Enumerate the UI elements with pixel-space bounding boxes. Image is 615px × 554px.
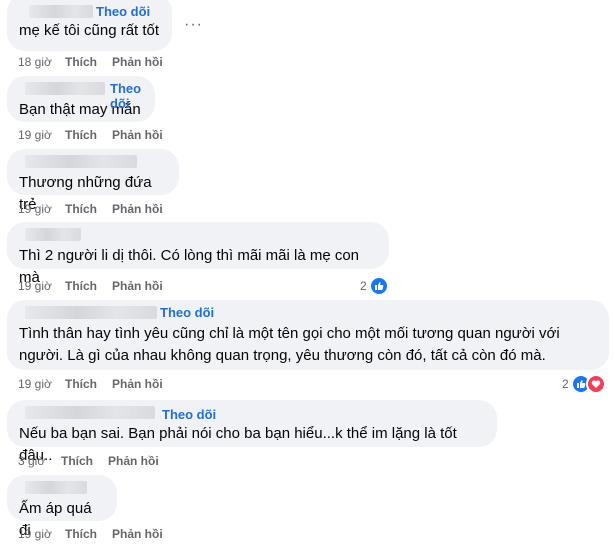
author-row (19, 149, 167, 171)
author-row: Theo dõi (19, 300, 597, 322)
follow-link[interactable]: Theo dõi (162, 407, 216, 422)
comment-text-line-1: Tình thân hay tình yêu cũng chỉ là một t… (19, 325, 560, 342)
author-row (19, 475, 105, 497)
love-reaction-icon (585, 374, 606, 394)
like-button[interactable]: Thích (65, 377, 97, 391)
timestamp[interactable]: 19 giờ (18, 527, 52, 541)
timestamp[interactable]: 19 giờ (18, 279, 52, 293)
timestamp[interactable]: 3 giờ (18, 454, 45, 468)
like-button[interactable]: Thích (65, 279, 97, 293)
like-button[interactable]: Thích (65, 202, 97, 216)
timestamp[interactable]: 19 giờ (18, 377, 52, 391)
author-row: Theo dõi (19, 0, 160, 22)
follow-link[interactable]: Theo dõi (160, 305, 214, 320)
comment-3: Thương những đứa trẻ (7, 149, 179, 213)
reaction-count[interactable]: 2 (360, 276, 389, 296)
like-button[interactable]: Thích (65, 128, 97, 142)
comment-text: mẹ kế tôi cũng rất tốt (19, 22, 160, 39)
comment-6: Theo dõi Nếu ba bạn sai. Bạn phải nói ch… (7, 400, 497, 464)
timestamp[interactable]: 18 giờ (18, 55, 52, 69)
like-button[interactable]: Thích (65, 55, 97, 69)
follow-link[interactable]: Theo dõi (96, 4, 150, 19)
comment-bubble: Theo dõi Tình thân hay tình yêu cũng chỉ… (7, 300, 609, 370)
comment-1: Theo dõi mẹ kế tôi cũng rất tốt ··· (7, 0, 202, 51)
author-name-blurred[interactable] (25, 155, 137, 168)
comment-text-line-2: người. Là gì của nhau không quan trọng, … (19, 347, 546, 364)
timestamp[interactable]: 19 giờ (18, 202, 52, 216)
comment-bubble: Theo dõi Nếu ba bạn sai. Bạn phải nói ch… (7, 400, 497, 464)
author-name-blurred[interactable] (25, 481, 87, 494)
reply-button[interactable]: Phản hồi (112, 527, 163, 541)
reaction-number: 2 (360, 279, 367, 293)
like-button[interactable]: Thích (61, 454, 93, 468)
reply-button[interactable]: Phản hồi (112, 279, 163, 293)
comment-4: Thì 2 người li dị thôi. Có lòng thì mãi … (7, 222, 389, 286)
follow-link[interactable]: Theo dõi (110, 81, 143, 111)
author-name-blurred[interactable] (25, 82, 105, 95)
reply-button[interactable]: Phản hồi (112, 202, 163, 216)
comment-bubble: Theo dõi mẹ kế tôi cũng rất tốt (7, 0, 172, 51)
author-name-blurred[interactable] (25, 228, 81, 241)
comment-bubble: Thì 2 người li dị thôi. Có lòng thì mãi … (7, 222, 389, 286)
comment-7: Ấm áp quá đi (7, 475, 117, 539)
author-name-blurred[interactable] (25, 306, 157, 319)
reaction-count[interactable]: 2 (562, 374, 606, 394)
timestamp[interactable]: 19 giờ (18, 128, 52, 142)
comment-bubble: Ấm áp quá đi (7, 475, 117, 539)
reply-button[interactable]: Phản hồi (108, 454, 159, 468)
more-options-icon[interactable]: ··· (184, 16, 203, 34)
author-row: Theo dõi (19, 76, 143, 111)
reply-button[interactable]: Phản hồi (112, 55, 163, 69)
reply-button[interactable]: Phản hồi (112, 377, 163, 391)
comment-2: Theo dõi Bạn thật may mắn (7, 76, 155, 122)
author-name-blurred[interactable] (29, 5, 93, 18)
author-row: Theo dõi (19, 400, 485, 422)
comment-bubble: Theo dõi Bạn thật may mắn (7, 76, 155, 122)
author-row (19, 222, 377, 244)
reply-button[interactable]: Phản hồi (112, 128, 163, 142)
like-reaction-icon (368, 276, 389, 296)
like-button[interactable]: Thích (65, 527, 97, 541)
reaction-number: 2 (562, 377, 569, 391)
comment-bubble: Thương những đứa trẻ (7, 149, 179, 213)
author-name-blurred[interactable] (25, 406, 155, 419)
comment-5: Theo dõi Tình thân hay tình yêu cũng chỉ… (7, 300, 609, 370)
